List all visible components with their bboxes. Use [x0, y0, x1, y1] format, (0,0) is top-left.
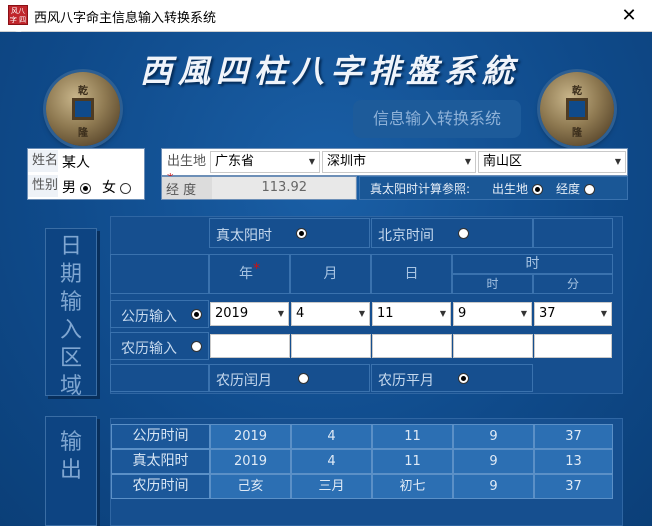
header-month: 月: [290, 254, 371, 294]
gender-female-radio[interactable]: [120, 182, 132, 194]
empty-cell: [533, 218, 613, 248]
longitude-label: 经 度: [166, 183, 197, 198]
solar-ref-label: 真太阳时计算参照:: [370, 182, 471, 196]
chevron-down-icon: ▼: [520, 309, 527, 318]
city-select[interactable]: 深圳市 ▼: [322, 151, 476, 173]
title-bar: 风八字 四柱 西风八字命主信息输入转换系统 ✕: [0, 0, 652, 33]
lunar-month-field[interactable]: [291, 334, 371, 358]
app-icon: 风八字 四柱: [8, 5, 28, 33]
header-time: 时: [452, 254, 613, 274]
district-select[interactable]: 南山区 ▼: [478, 151, 626, 173]
output-row-label: 农历时间: [111, 474, 210, 499]
chevron-down-icon: ▼: [464, 157, 471, 166]
output-cell: 9: [453, 424, 534, 449]
output-cell: 37: [534, 474, 613, 499]
lunar-day-field[interactable]: [372, 334, 452, 358]
window-title: 西风八字命主信息输入转换系统: [34, 11, 217, 26]
chevron-down-icon: ▼: [439, 309, 446, 318]
day-select[interactable]: 11 ▼: [372, 302, 451, 326]
lunar-input-option[interactable]: 农历输入: [110, 332, 209, 360]
gender-female-label: 女: [102, 180, 116, 196]
lunar-hour-field[interactable]: [453, 334, 533, 358]
beijing-time-option[interactable]: 北京时间: [371, 218, 533, 248]
output-cell: 4: [291, 449, 372, 474]
output-cell: 4: [291, 424, 372, 449]
header-blank-cell: [110, 254, 209, 294]
chevron-down-icon: ▼: [600, 309, 607, 318]
header-hour: 时: [452, 274, 533, 294]
chevron-down-icon: ▼: [277, 309, 284, 318]
output-cell: 11: [372, 449, 453, 474]
gender-male-radio[interactable]: [80, 182, 92, 194]
output-cell: 11: [372, 424, 453, 449]
leap-month-radio[interactable]: [298, 373, 309, 384]
output-cell: 37: [534, 424, 613, 449]
minute-select[interactable]: 37 ▼: [534, 302, 612, 326]
header-day: 日: [371, 254, 452, 294]
output-cell: 初七: [372, 474, 453, 499]
month-select[interactable]: 4 ▼: [291, 302, 370, 326]
gregorian-input-option[interactable]: 公历输入: [110, 300, 209, 328]
output-cell: 2019: [210, 424, 291, 449]
output-row-label: 真太阳时: [111, 449, 210, 474]
birthplace-label: 出生地*: [163, 151, 207, 187]
gregorian-radio[interactable]: [191, 309, 202, 320]
output-cell: 9: [453, 449, 534, 474]
lunar-year-field[interactable]: [210, 334, 290, 358]
beijing-time-radio[interactable]: [458, 228, 469, 239]
app-subtitle: 信息输入转换系统: [353, 100, 521, 138]
ref-birthplace-radio[interactable]: [531, 184, 543, 195]
ref-birthplace-option[interactable]: 出生地: [492, 180, 543, 197]
lunar-minute-field[interactable]: [534, 334, 612, 358]
lunar-radio[interactable]: [191, 341, 202, 352]
province-select[interactable]: 广东省 ▼: [210, 151, 320, 173]
chevron-down-icon: ▼: [614, 157, 621, 166]
output-section-label: 输 出: [45, 416, 97, 526]
output-cell: 13: [534, 449, 613, 474]
blank-cell: [110, 364, 209, 392]
close-icon: ✕: [621, 5, 637, 26]
leap-month-option[interactable]: 农历闰月: [209, 364, 370, 392]
normal-month-option[interactable]: 农历平月: [371, 364, 533, 392]
ref-longitude-option[interactable]: 经度: [556, 180, 595, 197]
right-coin-icon: 乾 隆: [540, 72, 614, 146]
longitude-field[interactable]: 113.92: [212, 177, 355, 199]
output-cell: 三月: [291, 474, 372, 499]
output-cell: 2019: [210, 449, 291, 474]
app-banner-title: 西風四柱八字排盤系統: [140, 52, 521, 90]
header-year: 年*: [209, 254, 290, 294]
hour-select[interactable]: 9 ▼: [453, 302, 532, 326]
close-button[interactable]: ✕: [606, 0, 652, 31]
ref-longitude-radio[interactable]: [583, 184, 595, 195]
chevron-down-icon: ▼: [358, 309, 365, 318]
year-select[interactable]: 2019 ▼: [210, 302, 289, 326]
output-cell: 己亥: [210, 474, 291, 499]
gender-female-option[interactable]: 女: [102, 177, 132, 197]
gender-label: 性别: [28, 175, 58, 197]
gender-male-option[interactable]: 男: [62, 177, 92, 197]
output-row-label: 公历时间: [111, 424, 210, 449]
true-solar-option[interactable]: 真太阳时: [209, 218, 370, 248]
main-area: 乾 隆 乾 隆 西風四柱八字排盤系統 信息输入转换系统 姓名 某人 性别 男 女…: [0, 32, 652, 526]
output-cell: 9: [453, 474, 534, 499]
left-coin-icon: 乾 隆: [46, 72, 120, 146]
gender-male-label: 男: [62, 180, 76, 196]
true-solar-radio[interactable]: [296, 228, 307, 239]
name-label: 姓名: [28, 150, 58, 172]
date-input-section-label: 日 期 输 入 区 域: [45, 228, 97, 399]
name-field[interactable]: 某人: [62, 152, 90, 172]
header-minute: 分: [533, 274, 613, 294]
chevron-down-icon: ▼: [308, 157, 315, 166]
normal-month-radio[interactable]: [458, 373, 469, 384]
